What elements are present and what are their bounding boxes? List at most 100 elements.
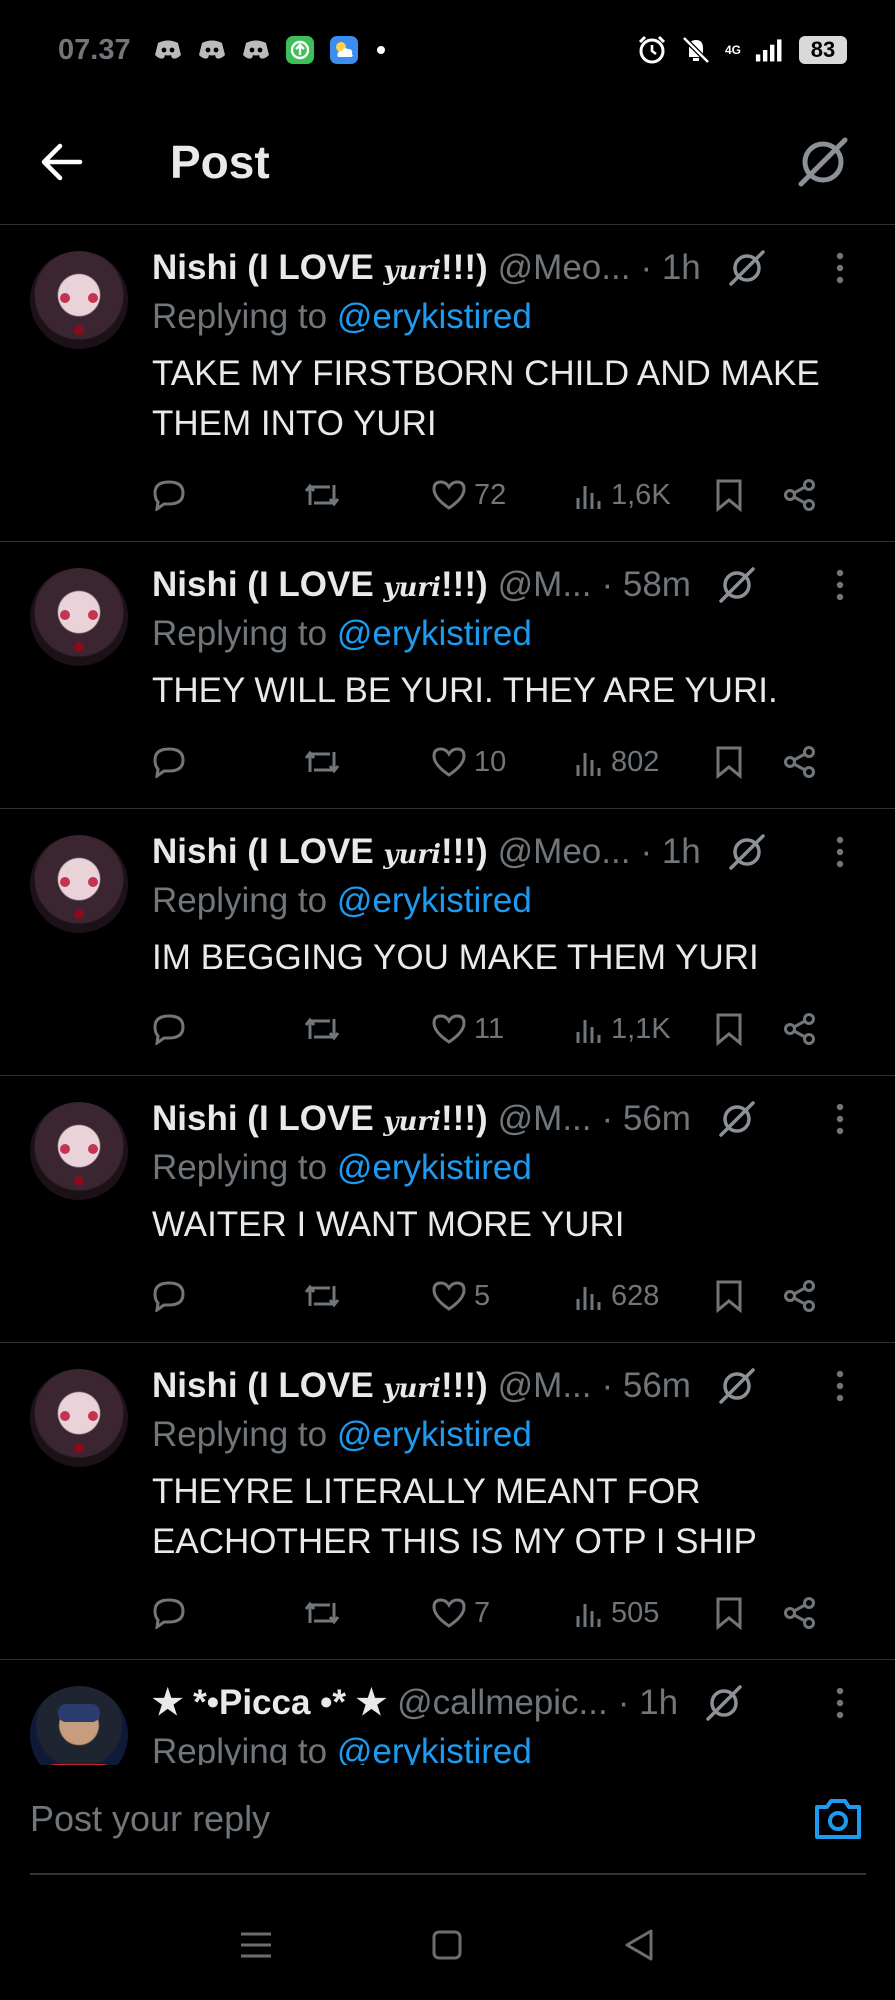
reply-post[interactable]: Nishi (I LOVE yuri!!!) @M... · 56m Reply… bbox=[0, 1076, 895, 1343]
like-button[interactable]: 11 bbox=[432, 1013, 575, 1046]
grok-button[interactable] bbox=[702, 1681, 746, 1725]
discord-icon bbox=[241, 35, 271, 65]
back-nav-button[interactable] bbox=[609, 1915, 669, 1975]
grok-button[interactable] bbox=[791, 130, 855, 194]
more-button[interactable] bbox=[825, 563, 855, 607]
post-text: IM BEGGING YOU MAKE THEM YURI bbox=[152, 938, 759, 977]
reply-feed: Nishi (I LOVE yuri!!!) @Meo... · 1h Repl… bbox=[0, 225, 895, 1765]
display-name-prefix: Nishi (I LOVE bbox=[152, 832, 384, 871]
menu-icon bbox=[240, 1932, 271, 1958]
replying-to: Replying to @erykistired bbox=[152, 1148, 865, 1188]
share-icon bbox=[784, 1280, 815, 1312]
bookmark-button[interactable] bbox=[715, 1596, 783, 1630]
mention-link[interactable]: @erykistired bbox=[337, 1148, 532, 1187]
more-button[interactable] bbox=[825, 830, 855, 874]
views-button[interactable]: 628 bbox=[575, 1280, 715, 1313]
reply-button[interactable] bbox=[152, 1280, 302, 1312]
reply-button[interactable] bbox=[152, 746, 302, 778]
more-button[interactable] bbox=[825, 1681, 855, 1725]
avatar[interactable] bbox=[30, 835, 128, 933]
repost-button[interactable] bbox=[302, 1280, 432, 1312]
upload-app-icon bbox=[285, 35, 315, 65]
grok-button[interactable] bbox=[725, 830, 769, 874]
like-button[interactable]: 7 bbox=[432, 1597, 575, 1630]
heart-icon bbox=[432, 1281, 466, 1311]
mute-icon bbox=[681, 35, 711, 65]
views-icon bbox=[576, 1604, 601, 1627]
bookmark-icon bbox=[716, 746, 742, 779]
reply-button[interactable] bbox=[152, 479, 302, 511]
display-name[interactable]: Nishi (I LOVE yuri!!!) bbox=[152, 248, 488, 288]
share-button[interactable] bbox=[783, 1596, 817, 1630]
mention-link[interactable]: @erykistired bbox=[337, 614, 532, 653]
reply-post[interactable]: Nishi (I LOVE yuri!!!) @Meo... · 1h Repl… bbox=[0, 809, 895, 1076]
grok-icon bbox=[729, 834, 765, 870]
reply-post[interactable]: Nishi (I LOVE yuri!!!) @Meo... · 1h Repl… bbox=[0, 225, 895, 542]
home-nav-button[interactable] bbox=[417, 1915, 477, 1975]
repost-button[interactable] bbox=[302, 479, 432, 511]
display-name[interactable]: Nishi (I LOVE yuri!!!) bbox=[152, 1366, 488, 1406]
repost-button[interactable] bbox=[302, 746, 432, 778]
camera-icon bbox=[815, 1799, 861, 1839]
views-button[interactable]: 802 bbox=[575, 746, 715, 779]
mention-link[interactable]: @erykistired bbox=[337, 881, 532, 920]
reply-post[interactable]: Nishi (I LOVE yuri!!!) @M... · 58m Reply… bbox=[0, 542, 895, 809]
avatar[interactable] bbox=[30, 1102, 128, 1200]
display-name[interactable]: Nishi (I LOVE yuri!!!) bbox=[152, 1099, 488, 1139]
user-handle: @M... bbox=[497, 565, 592, 604]
like-button[interactable]: 10 bbox=[432, 746, 575, 779]
grok-button[interactable] bbox=[715, 1364, 759, 1408]
reply-post[interactable]: ★ *•Picca •* ★ @callmepic... · 1h Replyi… bbox=[0, 1660, 895, 1765]
reply-composer[interactable]: Post your reply bbox=[30, 1765, 866, 1875]
more-button[interactable] bbox=[825, 1097, 855, 1141]
share-icon bbox=[784, 1013, 815, 1045]
mention-link[interactable]: @erykistired bbox=[337, 297, 532, 336]
bookmark-button[interactable] bbox=[715, 478, 783, 512]
post-time: · 58m bbox=[601, 565, 691, 604]
grok-button[interactable] bbox=[715, 1097, 759, 1141]
menu-nav-button[interactable] bbox=[226, 1915, 286, 1975]
bookmark-button[interactable] bbox=[715, 1279, 783, 1313]
views-button[interactable]: 1,6K bbox=[575, 479, 715, 512]
post-text: TAKE MY FIRSTBORN CHILD AND MAKE THEM IN… bbox=[152, 354, 820, 443]
reply-button[interactable] bbox=[152, 1013, 302, 1045]
replying-to-label: Replying to bbox=[152, 297, 337, 336]
more-button[interactable] bbox=[825, 1364, 855, 1408]
bookmark-button[interactable] bbox=[715, 1012, 783, 1046]
avatar[interactable] bbox=[30, 251, 128, 349]
like-count: 5 bbox=[474, 1279, 491, 1312]
more-button[interactable] bbox=[825, 246, 855, 290]
share-button[interactable] bbox=[783, 478, 817, 512]
share-button[interactable] bbox=[783, 1279, 817, 1313]
back-button[interactable] bbox=[32, 132, 92, 192]
repost-button[interactable] bbox=[302, 1013, 432, 1045]
grok-button[interactable] bbox=[725, 246, 769, 290]
more-vertical-icon bbox=[836, 1687, 844, 1719]
avatar[interactable] bbox=[30, 1369, 128, 1467]
mention-link[interactable]: @erykistired bbox=[337, 1415, 532, 1454]
display-name[interactable]: Nishi (I LOVE yuri!!!) bbox=[152, 832, 488, 872]
more-vertical-icon bbox=[836, 836, 844, 868]
views-button[interactable]: 1,1K bbox=[575, 1013, 715, 1046]
grok-icon bbox=[719, 567, 755, 603]
status-time: 07.37 bbox=[58, 33, 131, 66]
mention-link[interactable]: @erykistired bbox=[337, 1732, 532, 1765]
grok-button[interactable] bbox=[715, 563, 759, 607]
share-button[interactable] bbox=[783, 745, 817, 779]
reply-post[interactable]: Nishi (I LOVE yuri!!!) @M... · 56m Reply… bbox=[0, 1343, 895, 1660]
views-button[interactable]: 505 bbox=[575, 1597, 715, 1630]
reply-input[interactable]: Post your reply bbox=[30, 1798, 270, 1840]
avatar[interactable] bbox=[30, 568, 128, 666]
reply-button[interactable] bbox=[152, 1597, 302, 1629]
display-name[interactable]: ★ *•Picca •* ★ bbox=[152, 1683, 387, 1723]
display-name-prefix: Nishi (I LOVE bbox=[152, 565, 384, 604]
bookmark-button[interactable] bbox=[715, 745, 783, 779]
display-name[interactable]: Nishi (I LOVE yuri!!!) bbox=[152, 565, 488, 605]
like-button[interactable]: 5 bbox=[432, 1280, 575, 1313]
like-button[interactable]: 72 bbox=[432, 479, 575, 512]
avatar[interactable] bbox=[30, 1686, 128, 1765]
camera-button[interactable] bbox=[810, 1791, 866, 1847]
user-handle: @M... bbox=[497, 1099, 592, 1138]
repost-button[interactable] bbox=[302, 1597, 432, 1629]
share-button[interactable] bbox=[783, 1012, 817, 1046]
